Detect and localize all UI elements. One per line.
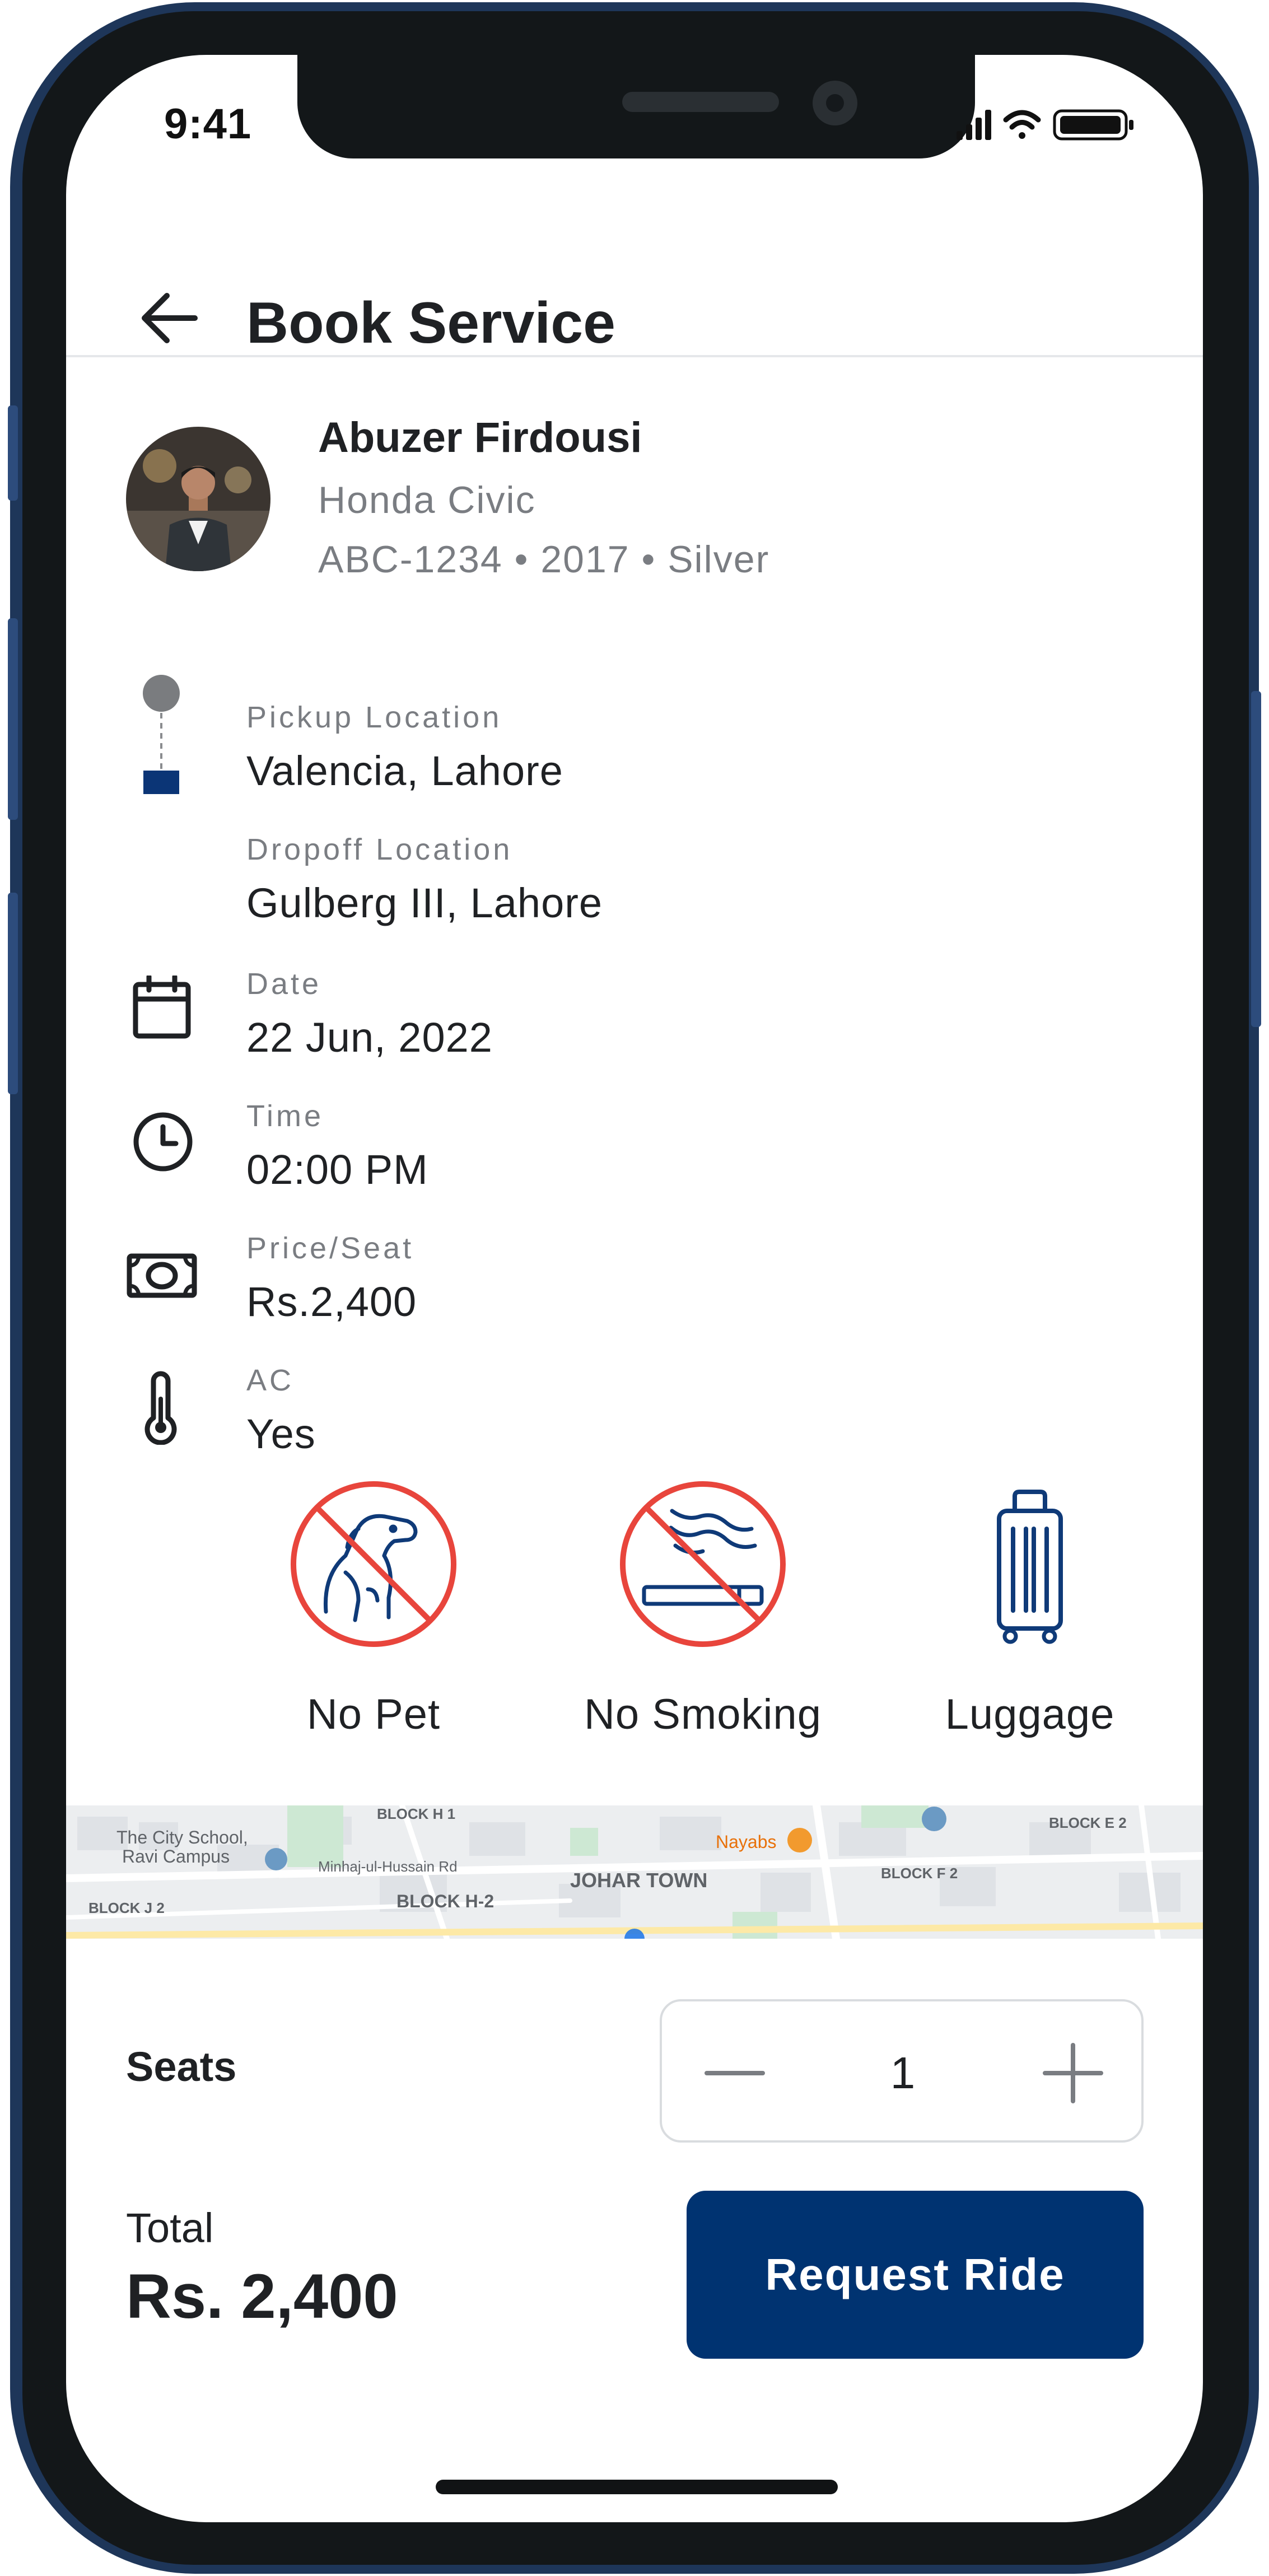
phone-side-button <box>8 893 18 1094</box>
driver-name: Abuzer Firdousi <box>318 414 642 461</box>
route-line-icon <box>143 675 180 794</box>
dropoff-value: Gulberg III, Lahore <box>246 880 603 926</box>
seats-stepper: 1 <box>660 1999 1144 2143</box>
pickup-label: Pickup Location <box>246 701 502 734</box>
map-label: Minhaj-ul-Hussain Rd <box>318 1858 458 1875</box>
no-pet-label: No Pet <box>306 1691 441 1738</box>
map-label: BLOCK H 1 <box>377 1805 455 1822</box>
minus-icon[interactable] <box>696 2034 774 2112</box>
total-label: Total <box>126 2205 214 2251</box>
no-smoking-icon <box>620 1481 786 1647</box>
no-pet-icon <box>291 1481 456 1647</box>
map-label: The City School, <box>116 1827 248 1847</box>
map-label: Nayabs <box>716 1832 777 1852</box>
map-label: BLOCK H-2 <box>396 1891 494 1911</box>
map-label: JOHAR TOWN <box>570 1869 707 1892</box>
notch <box>297 55 975 158</box>
date-label: Date <box>246 967 322 1001</box>
status-icons <box>957 109 1133 141</box>
thermometer-icon <box>144 1371 177 1445</box>
pickup-value: Valencia, Lahore <box>246 748 563 794</box>
page-title: Book Service <box>246 291 615 356</box>
ac-value: Yes <box>246 1411 316 1457</box>
seats-count: 1 <box>890 2048 916 2098</box>
back-arrow-icon[interactable] <box>139 290 200 346</box>
ac-label: AC <box>246 1364 295 1397</box>
map-label: BLOCK J 2 <box>88 1900 165 1916</box>
map-label: Ravi Campus <box>122 1846 230 1866</box>
phone-side-button <box>8 405 18 501</box>
calendar-icon <box>133 976 191 1039</box>
status-time: 9:41 <box>164 100 252 148</box>
luggage-icon <box>997 1490 1063 1644</box>
no-smoking-label: No Smoking <box>584 1691 822 1738</box>
pickup-dot-icon <box>143 675 180 712</box>
map-graphic: The City School, Ravi Campus BLOCK H 1 M… <box>66 1805 1203 1939</box>
price-label: Price/Seat <box>246 1231 414 1265</box>
money-icon <box>127 1253 197 1298</box>
phone-side-button <box>1251 691 1261 1027</box>
seats-label: Seats <box>126 2043 237 2090</box>
plus-icon[interactable] <box>1034 2034 1112 2112</box>
date-value: 22 Jun, 2022 <box>246 1014 493 1061</box>
time-value: 02:00 PM <box>246 1146 428 1193</box>
price-value: Rs.2,400 <box>246 1278 417 1325</box>
clock-icon <box>133 1112 193 1172</box>
map-label: BLOCK F 2 <box>881 1865 958 1882</box>
time-label: Time <box>246 1099 324 1133</box>
total-value: Rs. 2,400 <box>126 2261 398 2331</box>
map-label: BLOCK E 2 <box>1049 1814 1127 1831</box>
amenity-no-smoking: No Smoking <box>577 1477 829 1757</box>
driver-avatar <box>126 427 270 571</box>
dropoff-square-icon <box>143 771 179 794</box>
route-map[interactable]: The City School, Ravi Campus BLOCK H 1 M… <box>66 1805 1203 1939</box>
front-camera <box>813 81 857 125</box>
dropoff-label: Dropoff Location <box>246 833 513 866</box>
home-indicator[interactable] <box>436 2480 838 2494</box>
car-model: Honda Civic <box>318 479 536 521</box>
amenity-luggage: Luggage <box>904 1477 1156 1757</box>
amenity-no-pet: No Pet <box>248 1477 500 1757</box>
app-header: Book Service <box>66 217 1203 357</box>
signal-icon <box>957 110 991 140</box>
car-details: ABC-1234 • 2017 • Silver <box>318 538 770 581</box>
phone-side-button <box>8 618 18 820</box>
app-screen: 9:41 Book Service Abuzer Firdousi Honda … <box>66 55 1203 2522</box>
request-ride-button[interactable]: Request Ride <box>687 2191 1144 2359</box>
wifi-icon <box>1003 110 1041 139</box>
battery-icon <box>1053 109 1133 141</box>
luggage-label: Luggage <box>945 1691 1115 1738</box>
speaker <box>622 92 779 112</box>
